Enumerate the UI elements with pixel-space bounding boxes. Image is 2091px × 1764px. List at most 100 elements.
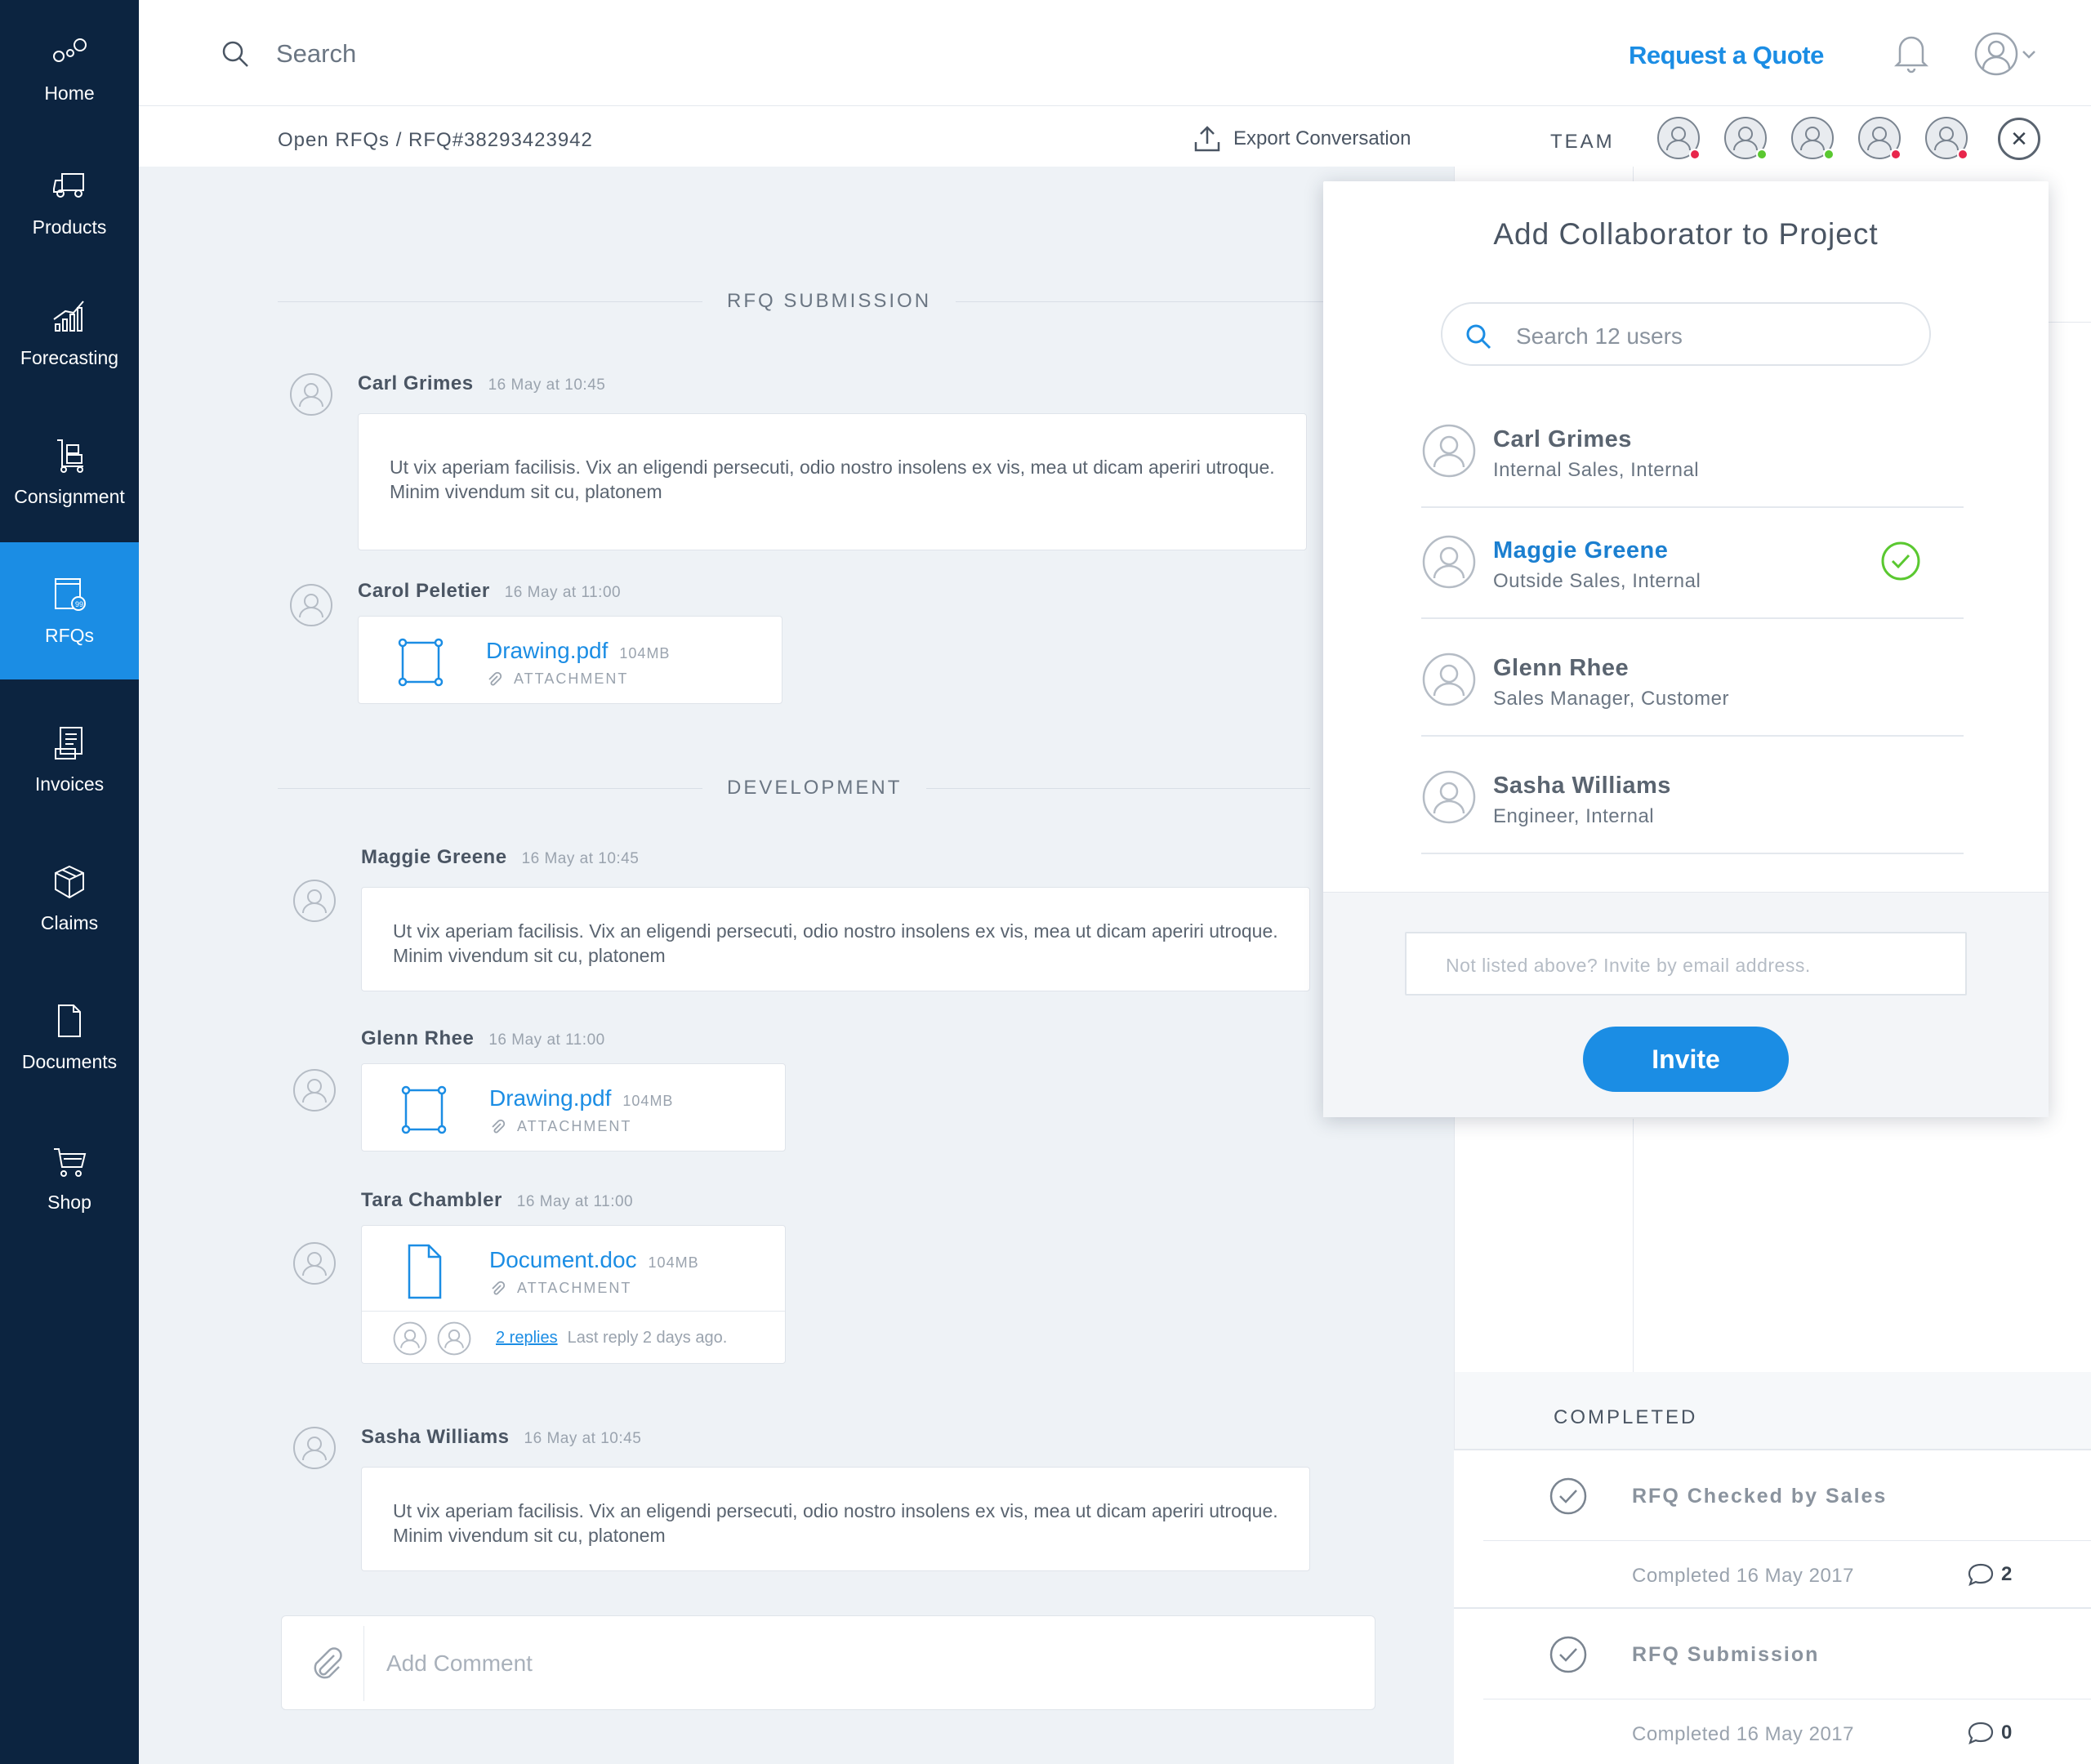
completed-item-title: RFQ Checked by Sales [1632,1485,1888,1508]
sidebar-item-home[interactable]: Home [0,0,139,137]
chart-icon [53,300,84,332]
add-comment-input[interactable]: Add Comment [386,1650,533,1677]
chevron-down-icon[interactable] [2021,49,2037,60]
message-card: Ut vix aperiam facilisis. Vix an eligend… [358,413,1307,550]
user-role: Engineer, Internal [1493,805,1655,827]
avatar-icon [290,584,332,626]
user-name: Sasha Williams [1493,773,1671,799]
team-avatar[interactable] [1723,116,1768,160]
search-icon [222,41,248,67]
close-button[interactable]: ✕ [1998,118,2040,160]
export-conversation-button[interactable]: Export Conversation [1193,124,1411,154]
sidebar-item-claims[interactable]: Claims [0,830,139,967]
message-time: 16 May at 10:45 [521,850,640,867]
global-search-input[interactable]: Search [276,39,356,69]
sidebar-item-rfqs[interactable]: 99 RFQs [0,542,139,679]
sidebar-item-label: Claims [40,911,99,933]
attachment-card[interactable]: Document.doc 104MB ATTACHMENT 2 replies L… [361,1225,786,1364]
cart-dolly-icon [57,439,83,473]
message-author: Carl Grimes 16 May at 10:45 [358,372,606,394]
message-card: Ut vix aperiam facilisis. Vix an eligend… [361,887,1310,991]
document-file-icon [408,1244,442,1299]
sidebar-item-consignment[interactable]: Consignment [0,403,139,541]
user-row[interactable]: Sasha Williams Engineer, Internal [1421,737,1964,854]
completed-item[interactable]: RFQ Submission Completed 16 May 2017 0 [1454,1609,2091,1764]
bell-icon[interactable] [1892,31,1931,74]
attachment-label: ATTACHMENT [489,1118,631,1135]
message-time: 16 May at 11:00 [488,1031,605,1049]
comment-bubble-icon [1968,1722,1994,1744]
modal-title: Add Collaborator to Project [1493,217,1879,251]
message-author: Glenn Rhee 16 May at 11:00 [361,1027,605,1049]
sidebar-item-products[interactable]: Products [0,134,139,271]
user-row[interactable]: Glenn Rhee Sales Manager, Customer [1421,619,1964,737]
invite-email-input[interactable]: Not listed above? Invite by email addres… [1405,932,1967,996]
completed-item[interactable]: RFQ Checked by Sales Completed 16 May 20… [1454,1450,2091,1609]
user-role: Internal Sales, Internal [1493,459,1700,481]
sidebar-item-label: Consignment [14,485,125,507]
paperclip-icon [492,1119,506,1133]
attachment-filename[interactable]: Drawing.pdf 104MB [486,638,670,664]
team-avatar[interactable] [1857,116,1902,160]
sidebar-item-documents[interactable]: Documents [0,969,139,1106]
attachment-filename[interactable]: Document.doc 104MB [489,1247,699,1273]
completed-item-date: Completed 16 May 2017 [1632,1723,1854,1745]
top-bar: Search Request a Quote [139,0,2091,106]
sidebar-item-invoices[interactable]: Invoices [0,691,139,828]
home-icon [53,38,87,62]
sidebar-item-label: Shop [47,1191,91,1213]
shop-cart-icon [54,1147,87,1177]
sidebar-item-label: Invoices [34,773,105,795]
team-avatar[interactable] [1790,116,1835,160]
status-dot-red [1890,149,1902,160]
avatar-icon [293,1069,336,1111]
user-role: Outside Sales, Internal [1493,570,1701,592]
svg-text:99: 99 [75,600,83,608]
search-placeholder: Search 12 users [1516,323,1683,349]
avatar-icon [293,880,336,922]
replies-link[interactable]: 2 replies [496,1329,558,1348]
message-author: Tara Chambler 16 May at 11:00 [361,1189,634,1211]
paperclip-icon[interactable] [310,1646,344,1682]
status-dot-red [1957,149,1968,160]
sidebar-item-shop[interactable]: Shop [0,1109,139,1246]
attachment-filename[interactable]: Drawing.pdf 104MB [489,1085,673,1111]
user-profile-icon[interactable] [1973,31,2019,77]
document-icon [58,1004,81,1037]
avatar-icon [1422,653,1476,706]
request-quote-link[interactable]: Request a Quote [1629,41,1824,70]
reply-row: 2 replies Last reply 2 days ago. [362,1311,785,1365]
paperclip-icon [488,671,502,685]
team-avatar[interactable] [1656,116,1701,160]
avatar-icon [290,373,332,416]
user-search-input[interactable]: Search 12 users [1441,302,1931,366]
comment-count[interactable]: 2 [1967,1561,2012,1588]
status-dot-red [1689,149,1701,160]
check-circle-icon [1549,1477,1587,1515]
attachment-card[interactable]: Drawing.pdf 104MB ATTACHMENT [361,1063,786,1152]
completed-item-title: RFQ Submission [1632,1643,1820,1666]
sidebar-item-label: Products [32,216,107,238]
comment-count[interactable]: 0 [1967,1720,2012,1746]
upload-icon [1194,126,1220,152]
sidebar-item-forecasting[interactable]: Forecasting [0,265,139,402]
invite-button[interactable]: Invite [1583,1027,1789,1092]
completed-item-date: Completed 16 May 2017 [1632,1565,1854,1587]
file-size: 104MB [619,645,671,662]
avatar-icon [393,1321,427,1355]
comment-bubble-icon [1968,1563,1994,1586]
check-circle-icon[interactable] [1880,541,1921,581]
file-size: 104MB [622,1093,674,1109]
user-row-selected[interactable]: Maggie Greene Outside Sales, Internal [1421,501,1964,619]
user-row[interactable]: Carl Grimes Internal Sales, Internal [1421,390,1964,508]
drawing-file-icon [398,638,444,687]
sub-bar: Open RFQs / RFQ#38293423942 Export Conve… [139,106,2091,167]
team-avatar[interactable] [1924,116,1968,160]
last-reply-text: Last reply 2 days ago. [567,1329,728,1347]
breadcrumb[interactable]: Open RFQs / RFQ#38293423942 [278,129,593,152]
attachment-label: ATTACHMENT [489,1280,631,1297]
user-name: Glenn Rhee [1493,655,1630,681]
attachment-card[interactable]: Drawing.pdf 104MB ATTACHMENT [358,616,782,704]
add-collaborator-modal: Add Collaborator to Project Search 12 us… [1323,181,2049,1117]
section-header-rfq-submission: RFQ SUBMISSION [278,289,1340,314]
